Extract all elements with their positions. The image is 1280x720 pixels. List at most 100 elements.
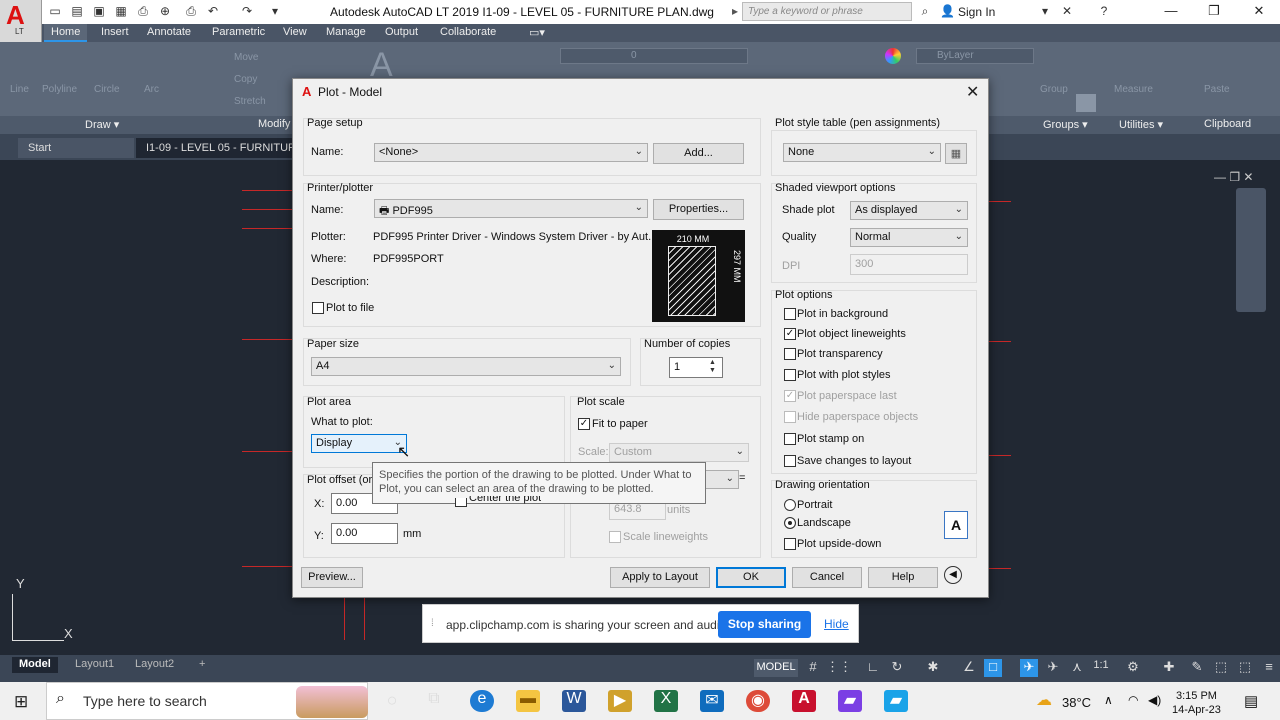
file-explorer-icon[interactable]: ▬	[516, 690, 540, 712]
auto-scale-icon[interactable]: ✈	[1044, 659, 1062, 677]
tab-view[interactable]: View	[276, 24, 314, 42]
tool-stretch[interactable]: Stretch	[234, 96, 266, 107]
dpi-input[interactable]: 300	[850, 254, 968, 275]
redo-icon[interactable]: ↷	[240, 4, 254, 18]
properties-button[interactable]: Properties...	[653, 199, 744, 220]
app-logo[interactable]: A LT	[0, 0, 42, 42]
portrait-radio[interactable]	[784, 499, 796, 511]
file-tab-start[interactable]: Start	[18, 138, 134, 158]
add-button[interactable]: Add...	[653, 143, 744, 164]
tool-line[interactable]: Line	[10, 84, 29, 95]
ok-button[interactable]: OK	[716, 567, 786, 588]
drag-handle-icon[interactable]: ⁞	[431, 618, 434, 629]
tab-parametric[interactable]: Parametric	[205, 24, 272, 42]
plus-icon[interactable]: ✚	[1160, 659, 1178, 677]
file-tab-current[interactable]: I1-09 - LEVEL 05 - FURNITURE	[136, 138, 292, 158]
polar-icon[interactable]: ↻	[888, 659, 906, 677]
plot-option-checkbox[interactable]	[784, 369, 796, 381]
hardware-accel-icon[interactable]: ⬚	[1212, 659, 1230, 677]
copies-spinner-icon[interactable]: ▲ ▼	[709, 359, 716, 375]
quality-select[interactable]: Normal ⌄	[850, 228, 968, 247]
panel-draw[interactable]: Draw ▾	[85, 118, 119, 131]
mail-icon[interactable]: ✉	[700, 690, 724, 712]
exchange-icon[interactable]: ✕	[1060, 4, 1074, 18]
printer-name-select[interactable]: 🖶 PDF995 ⌄	[374, 199, 648, 218]
layout-tab-layout2[interactable]: Layout2	[128, 657, 181, 673]
group-select-icon[interactable]	[1076, 94, 1096, 112]
system-time[interactable]: 3:15 PM	[1176, 690, 1217, 702]
binoculars-icon[interactable]: ⌕	[918, 4, 932, 18]
annotation-visibility-icon[interactable]: ✈	[1020, 659, 1038, 677]
isolate-icon[interactable]: ✎	[1188, 659, 1206, 677]
panel-groups[interactable]: Groups ▾	[1043, 118, 1088, 131]
sign-in-link[interactable]: Sign In	[958, 5, 995, 19]
scale-select[interactable]: Custom ⌄	[609, 443, 749, 462]
signin-dropdown-icon[interactable]: ▾	[1038, 4, 1052, 18]
plot-option-checkbox[interactable]	[784, 411, 796, 423]
chrome-icon[interactable]: ◉	[746, 690, 770, 712]
close-icon[interactable]: ✕	[966, 82, 979, 102]
panel-clipboard[interactable]: Clipboard	[1204, 118, 1251, 130]
tool-circle[interactable]: Circle	[94, 84, 120, 95]
scale-lineweights-checkbox[interactable]	[609, 531, 621, 543]
layout-tab-layout1[interactable]: Layout1	[68, 657, 121, 673]
tool-paste[interactable]: Paste	[1204, 84, 1230, 95]
task-view-icon[interactable]: ⧉	[422, 690, 446, 712]
fit-to-paper-checkbox[interactable]: ✓	[578, 418, 590, 430]
help-icon[interactable]: ?	[1097, 4, 1111, 18]
panel-modify[interactable]: Modify	[258, 118, 290, 130]
page-setup-name-select[interactable]: <None> ⌄	[374, 143, 648, 162]
workspace-gear-icon[interactable]: ⚙	[1124, 659, 1142, 677]
volume-icon[interactable]: ◀)	[1148, 693, 1161, 707]
new-icon[interactable]: ▭	[48, 4, 62, 18]
cortana-icon[interactable]: ○	[380, 690, 404, 712]
plot-option-checkbox[interactable]	[784, 348, 796, 360]
what-to-plot-select[interactable]: Display ⌄	[311, 434, 407, 453]
tool-group[interactable]: Group	[1040, 84, 1068, 95]
shade-plot-select[interactable]: As displayed ⌄	[850, 201, 968, 220]
color-combo[interactable]: ByLayer	[916, 48, 1034, 64]
hide-sharing-link[interactable]: Hide	[824, 617, 849, 631]
clipchamp-icon[interactable]: ▰	[838, 690, 862, 712]
plot-icon[interactable]: ⎙	[136, 4, 150, 18]
landscape-radio[interactable]	[784, 517, 796, 529]
grid-icon[interactable]: #	[804, 659, 822, 677]
open-icon[interactable]: ▤	[70, 4, 84, 18]
color-wheel-icon[interactable]	[885, 48, 901, 64]
tool-arc[interactable]: Arc	[144, 84, 159, 95]
tab-manage[interactable]: Manage	[319, 24, 373, 42]
web-icon[interactable]: ⊕	[158, 4, 172, 18]
undo-icon[interactable]: ↶	[206, 4, 220, 18]
tool-measure[interactable]: Measure	[1114, 84, 1153, 95]
tab-home[interactable]: Home	[44, 24, 88, 42]
isodraft-icon[interactable]: ✱	[924, 659, 942, 677]
system-date[interactable]: 14-Apr-23	[1172, 704, 1221, 716]
help-button[interactable]: Help	[868, 567, 938, 588]
collapse-options-icon[interactable]: ◀	[944, 566, 962, 584]
center-plot-checkbox[interactable]	[455, 498, 467, 507]
plot-to-file-checkbox[interactable]	[312, 302, 324, 314]
annotation-scale[interactable]: 1:1	[1090, 659, 1112, 677]
navigation-bar[interactable]	[1236, 188, 1266, 312]
help-search-input[interactable]: Type a keyword or phrase	[742, 2, 912, 21]
plot-option-checkbox[interactable]: ✓	[784, 390, 796, 402]
preview-button[interactable]: Preview...	[301, 567, 363, 588]
expand-icon[interactable]: ▸	[728, 4, 742, 18]
upside-down-checkbox[interactable]	[784, 538, 796, 550]
excel-icon[interactable]: X	[654, 690, 678, 712]
save-as-icon[interactable]: ▦	[114, 4, 128, 18]
media-icon[interactable]: ▶	[608, 690, 632, 712]
autocad-taskbar-icon[interactable]: A	[792, 690, 816, 712]
plot-option-checkbox[interactable]: ✓	[784, 328, 796, 340]
windows-start-icon[interactable]: ⊞	[14, 692, 28, 712]
tab-collaborate[interactable]: Collaborate	[433, 24, 503, 42]
qat-dropdown-icon[interactable]: ▾	[268, 4, 282, 18]
panel-utilities[interactable]: Utilities ▾	[1119, 118, 1163, 131]
minimize-icon[interactable]: —	[1162, 3, 1180, 19]
layout-tab-model[interactable]: Model	[12, 657, 58, 673]
style-table-select[interactable]: None ⌄	[783, 143, 941, 162]
offset-y-input[interactable]: 0.00	[331, 523, 398, 544]
plot-option-checkbox[interactable]	[784, 433, 796, 445]
wifi-icon[interactable]: ◠	[1128, 693, 1138, 707]
word-icon[interactable]: W	[562, 690, 586, 712]
